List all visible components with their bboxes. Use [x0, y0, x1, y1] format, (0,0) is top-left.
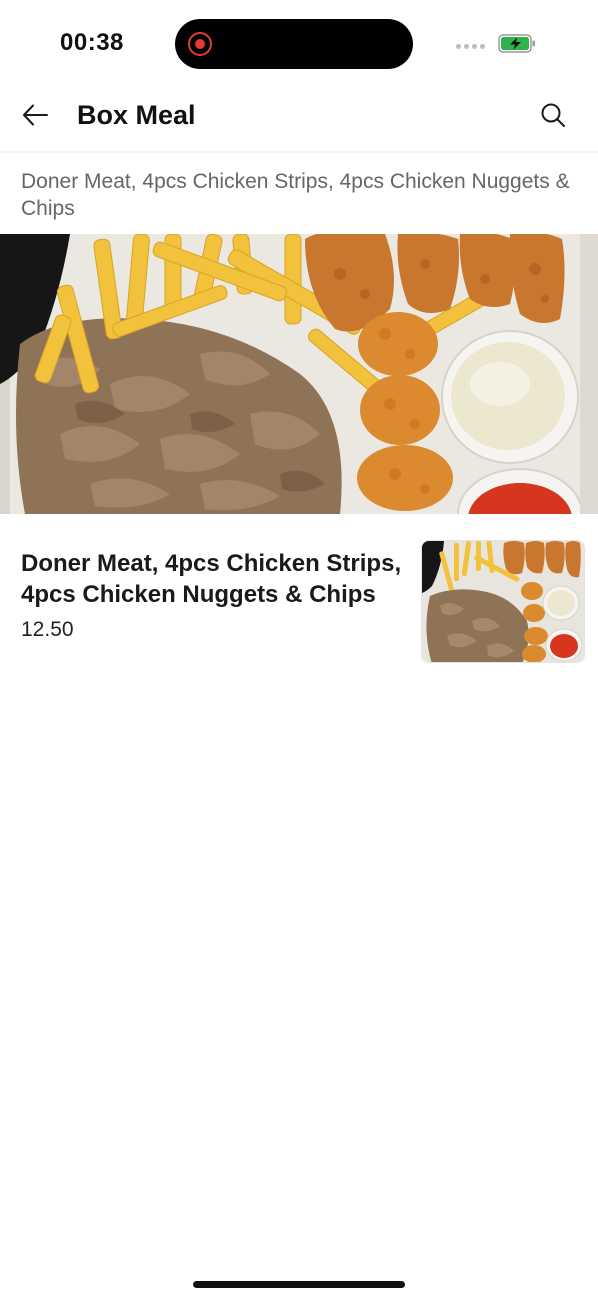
- home-indicator: [193, 1281, 405, 1288]
- header-divider: [0, 151, 598, 153]
- status-time: 00:38: [60, 29, 124, 56]
- search-icon: [541, 103, 565, 127]
- signal-icon: [456, 44, 485, 49]
- dynamic-island: [175, 19, 413, 69]
- app-header: Box Meal: [0, 88, 598, 148]
- food-thumbnail-photo: [422, 541, 584, 662]
- product-thumbnail: [421, 540, 585, 663]
- page-title: Box Meal: [77, 100, 196, 130]
- category-hero-image: [0, 234, 598, 514]
- food-photo: [0, 234, 598, 514]
- product-item[interactable]: Doner Meat, 4pcs Chicken Strips, 4pcs Ch…: [0, 540, 598, 670]
- status-bar: 00:38: [0, 0, 598, 88]
- product-price: 12.50: [21, 618, 74, 641]
- category-description: Doner Meat, 4pcs Chicken Strips, 4pcs Ch…: [21, 170, 570, 220]
- product-name: Doner Meat, 4pcs Chicken Strips, 4pcs Ch…: [21, 550, 402, 608]
- arrow-left-icon: [23, 104, 48, 126]
- back-button[interactable]: [18, 98, 52, 132]
- search-button[interactable]: [537, 99, 569, 131]
- battery-charging-icon: [498, 34, 535, 53]
- screen-recording-icon: [188, 32, 212, 56]
